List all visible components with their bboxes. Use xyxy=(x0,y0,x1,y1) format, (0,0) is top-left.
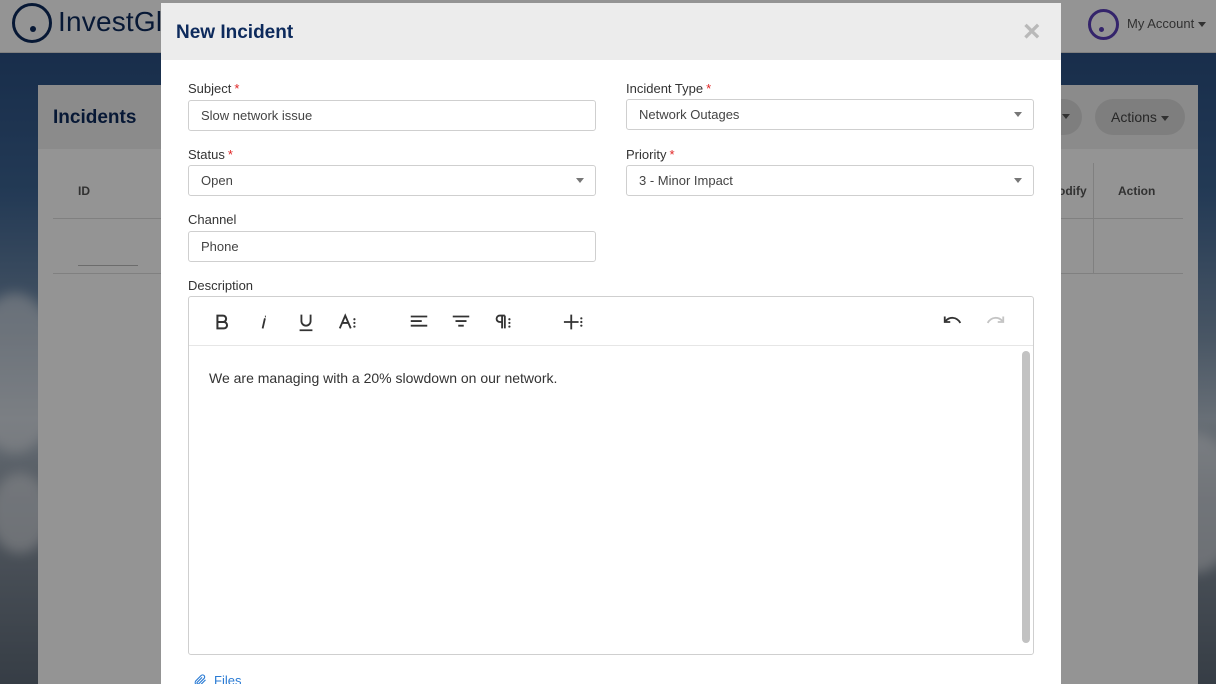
chevron-down-icon xyxy=(1014,178,1022,183)
status-label: Status * xyxy=(188,147,233,162)
description-text[interactable]: We are managing with a 20% slowdown on o… xyxy=(209,370,557,386)
description-label: Description xyxy=(188,278,254,293)
status-label-text: Status xyxy=(188,147,225,162)
required-marker: * xyxy=(234,81,240,96)
required-marker: * xyxy=(227,147,233,162)
redo-icon[interactable] xyxy=(981,308,1009,336)
paragraph-format-icon[interactable] xyxy=(489,308,517,336)
status-select[interactable]: Open xyxy=(188,165,596,196)
priority-label-text: Priority xyxy=(626,147,667,162)
chevron-down-icon xyxy=(576,178,584,183)
underline-icon[interactable] xyxy=(292,308,320,336)
incident-type-label: Incident Type * xyxy=(626,81,711,96)
modal-title: New Incident xyxy=(176,22,294,43)
channel-label: Channel xyxy=(188,212,237,227)
modal-header: New Incident × xyxy=(161,3,1061,60)
description-editor[interactable]: We are managing with a 20% slowdown on o… xyxy=(188,296,1034,655)
incident-type-label-text: Incident Type xyxy=(626,81,704,96)
files-link[interactable]: Files xyxy=(193,673,241,684)
incident-type-select[interactable]: Network Outages xyxy=(626,99,1034,130)
chevron-down-icon xyxy=(1014,112,1022,117)
insert-more-icon[interactable] xyxy=(560,308,588,336)
priority-select[interactable]: 3 - Minor Impact xyxy=(626,165,1034,196)
subject-label: Subject * xyxy=(188,81,239,96)
editor-toolbar xyxy=(189,297,1033,346)
channel-input[interactable]: Phone xyxy=(188,231,596,262)
paperclip-icon xyxy=(194,674,206,684)
files-label: Files xyxy=(214,673,242,684)
close-icon[interactable]: × xyxy=(1023,17,1041,47)
italic-icon[interactable] xyxy=(250,308,278,336)
priority-value: 3 - Minor Impact xyxy=(639,173,733,188)
undo-icon[interactable] xyxy=(939,308,967,336)
subject-label-text: Subject xyxy=(188,81,232,96)
align-left-icon[interactable] xyxy=(405,308,433,336)
new-incident-modal: New Incident × Subject * Slow network iss… xyxy=(161,3,1061,684)
editor-scrollbar[interactable] xyxy=(1022,351,1030,643)
align-center-icon[interactable] xyxy=(447,308,475,336)
required-marker: * xyxy=(706,81,712,96)
text-size-icon[interactable] xyxy=(334,308,362,336)
required-marker: * xyxy=(669,147,675,162)
subject-input[interactable]: Slow network issue xyxy=(188,100,596,131)
bold-icon[interactable] xyxy=(208,308,236,336)
incident-type-value: Network Outages xyxy=(639,107,740,122)
status-value: Open xyxy=(201,173,233,188)
priority-label: Priority * xyxy=(626,147,675,162)
